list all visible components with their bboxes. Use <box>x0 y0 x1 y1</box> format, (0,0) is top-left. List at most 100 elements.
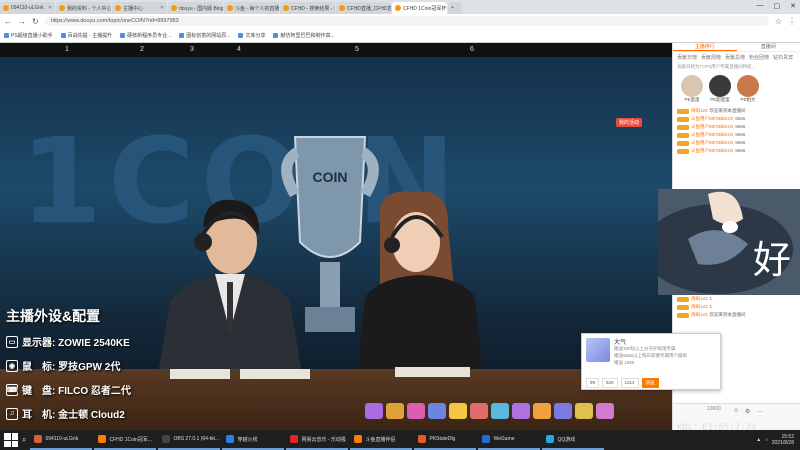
search-icon[interactable]: ⌕ <box>22 435 26 445</box>
chat-user[interactable]: 闹闹123 <box>691 303 708 311</box>
gift-icon[interactable] <box>407 403 425 419</box>
gift-icon[interactable] <box>533 403 551 419</box>
taskbar-app[interactable]: 094110-uLGnk <box>30 430 93 450</box>
close-window-button[interactable]: ✕ <box>790 2 796 10</box>
avatar <box>737 75 759 97</box>
browser-tab[interactable]: douyu - 国内版 Bing✕ <box>168 2 223 14</box>
tab-favicon-icon <box>171 5 177 11</box>
reload-icon[interactable]: ↻ <box>32 17 39 26</box>
subtab-vip[interactable]: 钻石贵宾 <box>773 54 793 61</box>
browser-tab[interactable]: CFHD - 搜索结果 - 斗鱼直✕ <box>280 2 335 14</box>
taskbar-app[interactable]: OBS 27.0.1 (64-bit... <box>158 430 221 450</box>
bookmark-icon <box>273 32 279 38</box>
more-icon[interactable]: … <box>757 408 763 414</box>
browser-tab[interactable]: 主播中心 ✕ <box>112 2 167 14</box>
chat-text: 欢迎来到本直播间 <box>709 312 746 317</box>
amount-button[interactable]: 520 <box>602 378 618 388</box>
chat-user[interactable]: 斗鱼用户MFOBbKzO <box>691 147 733 155</box>
amount-button[interactable]: 1314 <box>620 378 639 388</box>
female-presenter <box>355 191 485 392</box>
chat-user[interactable]: 斗鱼用户MFOBbKzO <box>691 115 733 123</box>
new-tab-button[interactable]: + <box>448 2 462 14</box>
minimize-button[interactable]: — <box>757 2 764 10</box>
browser-tab[interactable]: CFHD直播_CFHD直播间✕ <box>336 2 391 14</box>
send-gift-button[interactable]: 赠送 <box>641 378 659 388</box>
taskbar-app[interactable]: 网易云音乐 - 乐动极 <box>286 430 349 450</box>
close-tab-icon[interactable]: ✕ <box>48 5 52 11</box>
gift-icon[interactable] <box>470 403 488 419</box>
browser-tab[interactable]: 斗鱼 - 每个人的直播平台✕ <box>224 2 279 14</box>
clock[interactable]: 15:52 2021/8/28 <box>772 434 794 446</box>
topbar-number: 5 <box>355 46 359 53</box>
chat-user[interactable]: 闹闹123 <box>691 311 708 319</box>
bookmark-item[interactable]: 图标创意的网站原... <box>179 32 230 39</box>
bookmark-item[interactable]: 硬核新程序员专业... <box>120 32 171 39</box>
webcam-inset: 好 <box>658 189 800 295</box>
taskbar-app[interactable]: 斗鱼直播伴侣 <box>350 430 413 450</box>
amount-button[interactable]: 99 <box>586 378 600 388</box>
video-player[interactable]: 1 2 3 4 5 6 1COIN COIN 我的活动 主播外设&配置 ▭ 显示… <box>0 43 672 430</box>
tab-favicon-icon <box>227 5 233 11</box>
star-icon[interactable]: ☆ <box>775 17 782 26</box>
gift-icon[interactable] <box>575 403 593 419</box>
emoji-icon[interactable]: ☺ <box>733 408 739 414</box>
browser-tab[interactable]: CFHD 1Coin冠军杯✕ <box>392 2 447 14</box>
bookmark-item[interactable]: PS超级直播小助手 <box>4 32 53 39</box>
chat-user[interactable]: 斗鱼用户MFOBbKzO <box>691 123 733 131</box>
subtab-total[interactable]: 贡献总榜 <box>725 54 745 61</box>
rank-entry[interactable]: PE超蛋蛋 <box>709 75 731 103</box>
tab-room[interactable]: 直播间 <box>737 43 800 51</box>
subtab-daily[interactable]: 贡献日榜 <box>677 54 697 61</box>
tab-anchor-rank[interactable]: 主播排行 <box>673 43 737 51</box>
rank-entry[interactable]: PE蛋蛋 <box>681 75 703 103</box>
equipment-overlay: 主播外设&配置 ▭ 显示器: ZOWIE 2540KE ◉ 鼠 标: 罗技GPW 2… <box>6 306 131 430</box>
bookmark-item[interactable]: 百战先提 - 主播提升 <box>60 32 112 39</box>
topbar-number: 6 <box>470 46 474 53</box>
gift-icon[interactable] <box>365 403 383 419</box>
subtab-weekly[interactable]: 贡献周榜 <box>701 54 721 61</box>
chat-user[interactable]: 斗鱼用户MFOBbKzO <box>691 131 733 139</box>
maximize-button[interactable]: ▢ <box>774 2 781 10</box>
taskbar-app[interactable]: QQ游戏 <box>542 430 605 450</box>
chat-user[interactable]: 斗鱼用户MFOBbKzO <box>691 139 733 147</box>
taskbar-app[interactable]: CFHD 1Coin冠军... <box>94 430 157 450</box>
taskbar-app[interactable]: PKStateDlg <box>414 430 477 450</box>
windows-start-icon[interactable] <box>4 433 18 447</box>
bookmark-item[interactable]: 献仿阿里巴巴和制作高... <box>273 32 335 39</box>
volume-icon[interactable]: ♪ <box>765 437 768 443</box>
gift-icon[interactable] <box>428 403 446 419</box>
back-icon[interactable]: ← <box>4 17 12 26</box>
gift-icon[interactable] <box>512 403 530 419</box>
gift-icon[interactable] <box>491 403 509 419</box>
level-badge <box>677 124 689 130</box>
taskbar-app[interactable]: 穿越火线 <box>222 430 285 450</box>
app-icon <box>34 435 43 443</box>
forward-icon[interactable]: → <box>18 17 26 26</box>
close-tab-icon[interactable]: ✕ <box>446 5 447 11</box>
subtab-fans[interactable]: 粉丝团榜 <box>749 54 769 61</box>
app-icon <box>162 435 171 443</box>
gift-bar <box>365 403 672 419</box>
address-bar[interactable]: https://www.douyu.com/topic/oneCOIN?rid=… <box>44 16 769 26</box>
browser-tab[interactable]: 我的资料 - 个人中心 - 斗鱼✕ <box>56 2 111 14</box>
menu-icon[interactable]: ⋮ <box>788 17 796 26</box>
bookmark-icon <box>120 32 126 38</box>
rank-name: PE超蛋蛋 <box>710 97 730 102</box>
overlay-row-label: 显示器: ZOWIE 2540KE <box>22 338 130 349</box>
taskbar-app[interactable]: WeGame <box>478 430 541 450</box>
bookmark-item[interactable]: 文库分享 <box>238 32 265 39</box>
activity-badge[interactable]: 我的活动 <box>616 118 643 127</box>
gift-amounts: 99 520 1314 赠送 <box>586 378 659 388</box>
rank-entry[interactable]: PE柏文 <box>737 75 759 103</box>
close-tab-icon[interactable]: ✕ <box>160 5 164 11</box>
chat-user[interactable]: 闹闹123 <box>691 295 708 303</box>
settings-icon[interactable]: ⚙ <box>745 408 750 415</box>
gift-icon[interactable] <box>596 403 614 419</box>
gift-icon[interactable] <box>386 403 404 419</box>
browser-tab[interactable]: 094110-uLGnk ✕ <box>0 2 55 14</box>
network-icon[interactable]: ▲ <box>756 437 761 443</box>
gift-icon[interactable] <box>554 403 572 419</box>
gift-icon[interactable] <box>449 403 467 419</box>
chat-text: 6666 <box>735 132 746 137</box>
chat-user[interactable]: 闹闹123 <box>691 107 708 115</box>
